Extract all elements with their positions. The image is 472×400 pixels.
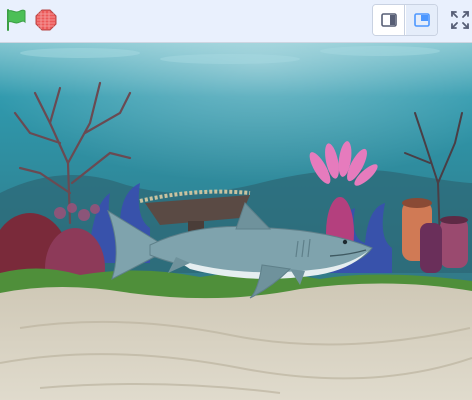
small-stage-icon — [381, 13, 397, 27]
underwater-backdrop — [0, 43, 472, 400]
shark-eye — [342, 239, 348, 245]
stop-sign-icon — [35, 9, 57, 31]
fullscreen-button[interactable] — [446, 6, 472, 34]
normal-stage-icon — [414, 13, 430, 27]
small-stage-button[interactable] — [373, 5, 405, 35]
sand-floor — [0, 283, 472, 400]
normal-stage-button[interactable] — [406, 5, 437, 35]
green-flag-icon — [7, 9, 26, 31]
green-flag-button[interactable] — [2, 6, 30, 34]
stage-toolbar — [0, 0, 472, 42]
stage-canvas[interactable] — [0, 42, 472, 400]
stage-size-toggle — [372, 4, 438, 36]
fullscreen-icon — [451, 11, 469, 29]
stop-button[interactable] — [32, 6, 60, 34]
